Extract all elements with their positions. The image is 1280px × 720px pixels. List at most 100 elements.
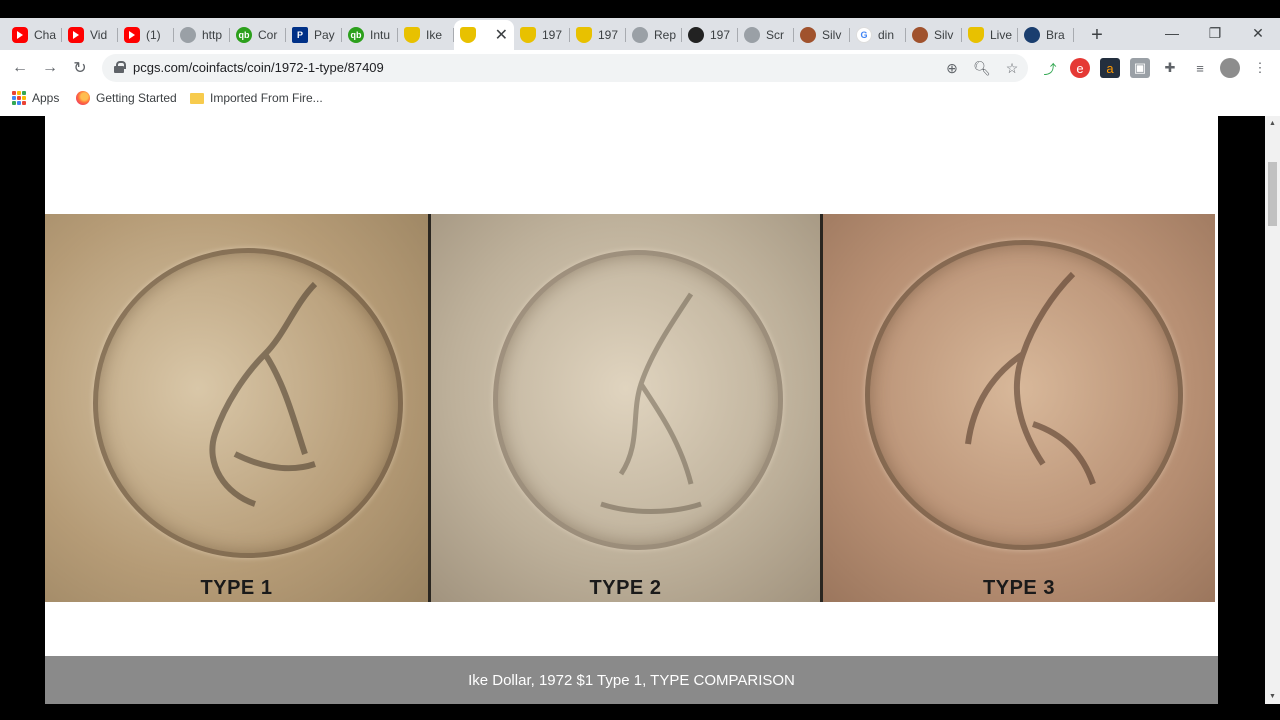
coin-label: TYPE 3	[983, 577, 1055, 599]
tab-13[interactable]: Scr	[738, 20, 794, 50]
minimize-button[interactable]: —	[1150, 18, 1194, 48]
tab-6[interactable]: qb Intu	[342, 20, 398, 50]
tab-label: Silv	[822, 28, 842, 42]
pcgs-shield-icon	[576, 27, 592, 43]
amazon-icon[interactable]: a	[1100, 58, 1120, 78]
coin-icon	[800, 27, 816, 43]
tab-18[interactable]: Bra	[1018, 20, 1074, 50]
tab-label: Rep	[654, 28, 677, 42]
youtube-icon	[12, 27, 28, 43]
forward-button[interactable]: →	[38, 56, 62, 80]
tab-14[interactable]: Silv	[794, 20, 850, 50]
tab-label: Intu	[370, 28, 391, 42]
page-content: TYPE 1 TYPE 2 TYPE 3 Ike Dollar, 1972 $1…	[45, 116, 1218, 704]
menu-kebab-icon[interactable]: ⋮	[1250, 58, 1270, 78]
eagle-relief	[600, 292, 702, 514]
scroll-down-icon[interactable]: ▼	[1265, 689, 1280, 704]
tab-12[interactable]: 197	[682, 20, 738, 50]
tab-label: 197	[598, 28, 619, 42]
share-icon[interactable]: ⤴	[1040, 58, 1060, 78]
google-icon: G	[856, 27, 872, 43]
page-scrollbar[interactable]: ▲ ▼	[1265, 116, 1280, 704]
reading-list-icon[interactable]: ≡	[1190, 58, 1210, 78]
reload-button[interactable]: ↻	[68, 56, 92, 80]
back-button[interactable]: ←	[8, 56, 32, 80]
bookmark-getting-started[interactable]: Getting Started	[76, 89, 177, 107]
bookmark-label: Getting Started	[96, 91, 177, 105]
pcgs-shield-icon	[460, 27, 476, 43]
tab-label: Silv	[934, 28, 954, 42]
lock-icon	[114, 61, 126, 74]
tab-5[interactable]: P Pay	[286, 20, 342, 50]
tab-10[interactable]: 197	[570, 20, 626, 50]
tab-label: din	[878, 28, 895, 42]
tab-active[interactable]: ✕	[454, 20, 514, 50]
bookmark-apps[interactable]: Apps	[12, 89, 59, 107]
tab-label: Cor	[258, 28, 278, 42]
coin-panel-type-2: TYPE 2	[431, 214, 823, 602]
install-icon[interactable]: ⊕	[942, 58, 962, 78]
page-viewport: TYPE 1 TYPE 2 TYPE 3 Ike Dollar, 1972 $1…	[0, 116, 1280, 704]
image-caption: Ike Dollar, 1972 $1 Type 1, TYPE COMPARI…	[45, 656, 1218, 704]
pcgs-shield-icon	[968, 27, 984, 43]
tab-label: Ike	[426, 28, 443, 42]
globe-icon	[632, 27, 648, 43]
bookmarks-bar: Apps Getting Started Imported From Fire.…	[0, 86, 1280, 110]
bookmark-star-icon[interactable]: ☆	[1002, 58, 1022, 78]
tab-label: http	[202, 28, 223, 42]
coin-panel-type-1: TYPE 1	[45, 214, 431, 602]
tab-16[interactable]: Silv	[906, 20, 962, 50]
quickbooks-icon: qb	[236, 27, 252, 43]
browser-toolbar: ← → ↻ pcgs.com/coinfacts/coin/1972-1-typ…	[0, 50, 1280, 86]
tab-label: 197	[542, 28, 563, 42]
restore-button[interactable]: ❐	[1193, 18, 1237, 48]
close-window-button[interactable]: ✕	[1236, 18, 1280, 48]
coin-panel-type-3: TYPE 3	[823, 214, 1215, 602]
tab-11[interactable]: Rep	[626, 20, 682, 50]
scrollbar-thumb[interactable]	[1268, 162, 1277, 226]
apps-grid-icon	[12, 91, 26, 105]
coin-label: TYPE 1	[200, 577, 273, 599]
close-tab-icon[interactable]: ✕	[495, 25, 508, 45]
tab-7[interactable]: Ike	[398, 20, 454, 50]
scroll-up-icon[interactable]: ▲	[1265, 116, 1280, 131]
bookmark-imported-folder[interactable]: Imported From Fire...	[190, 89, 323, 107]
tab-3[interactable]: http	[174, 20, 230, 50]
tab-2[interactable]: (1)	[118, 20, 174, 50]
youtube-icon	[124, 27, 140, 43]
screen-top-bar	[0, 0, 1280, 18]
coin-comparison-image: TYPE 1 TYPE 2 TYPE 3	[45, 214, 1218, 602]
tab-0[interactable]: Cha	[6, 20, 62, 50]
extension-gray-icon[interactable]: ▣	[1130, 58, 1150, 78]
bookmark-label: Apps	[32, 91, 60, 105]
dark-circle-icon	[688, 27, 704, 43]
address-bar[interactable]: pcgs.com/coinfacts/coin/1972-1-type/8740…	[102, 54, 1028, 82]
eagle-relief	[209, 281, 318, 507]
bookmark-label: Imported From Fire...	[210, 91, 323, 105]
tab-label: Bra	[1046, 28, 1065, 42]
tab-17[interactable]: Live	[962, 20, 1018, 50]
tab-label: Scr	[766, 28, 784, 42]
url-text: pcgs.com/coinfacts/coin/1972-1-type/8740…	[133, 60, 384, 75]
tab-label: Vid	[90, 28, 108, 42]
tab-label: 197	[710, 28, 731, 42]
tab-4[interactable]: qb Cor	[230, 20, 286, 50]
coin-icon	[912, 27, 928, 43]
tab-15[interactable]: Gdin	[850, 20, 906, 50]
tab-9[interactable]: 197	[514, 20, 570, 50]
zoom-icon[interactable]: 🔍︎	[972, 58, 992, 78]
tab-1[interactable]: Vid	[62, 20, 118, 50]
pcgs-shield-icon	[520, 27, 536, 43]
tab-list: Cha Vid (1) http qb Cor P Pay qb Intu Ike ✕…	[6, 20, 1112, 50]
profile-avatar[interactable]	[1220, 58, 1240, 78]
paypal-icon: P	[292, 27, 308, 43]
extensions-puzzle-icon[interactable]: ✚	[1160, 58, 1180, 78]
extension-red-icon[interactable]: e	[1070, 58, 1090, 78]
new-tab-button[interactable]: +	[1082, 20, 1112, 50]
globe-icon	[180, 27, 196, 43]
quickbooks-icon: qb	[348, 27, 364, 43]
firefox-icon	[76, 91, 90, 105]
youtube-icon	[68, 27, 84, 43]
folder-icon	[190, 92, 204, 104]
pcgs-shield-icon	[404, 27, 420, 43]
